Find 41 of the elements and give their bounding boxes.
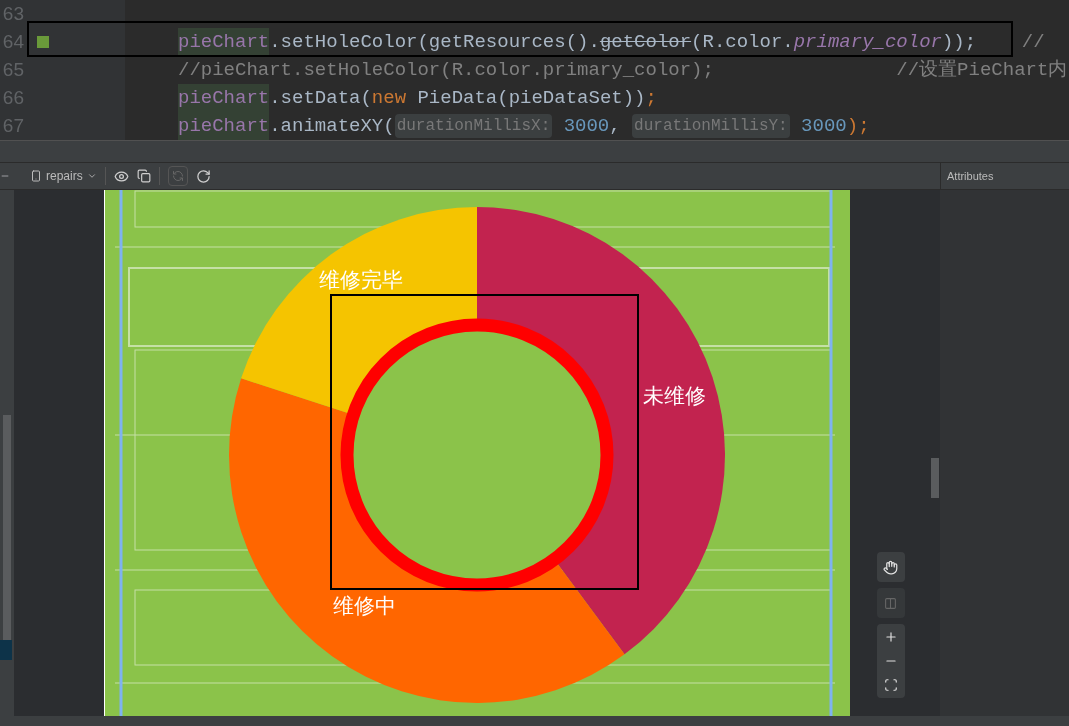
code-token: .setHoleColor(getResources(). [269,29,600,55]
code-token: )); [941,29,977,55]
caret-icon [86,171,97,181]
code-token: pieChart [178,83,270,113]
code-token: durationMillisY: [632,114,790,138]
code-token: 3000 [562,113,610,139]
blueprint-button[interactable] [876,588,905,618]
zoom-in-icon[interactable] [883,630,898,644]
code-token: // [1020,29,1045,55]
code-token: .setData( [269,85,372,111]
code-token: 3000 [800,113,847,139]
selection-marker [0,640,12,660]
scrollbar-thumb[interactable] [3,415,11,640]
code-token: primary_color [793,29,942,55]
eye-icon[interactable] [113,168,129,184]
sync-icon [171,170,184,182]
code-token: .animateXY( [269,113,395,139]
code-token: ; [645,85,657,111]
pie-slice-label: 未维修 [643,383,706,409]
code-token: //pieChart.setHoleColor(R.color.primary_color); //设置PieChart内 [178,57,1068,83]
copy-icon[interactable] [136,169,151,183]
code-token: pieChart [178,111,270,140]
code-token: , [609,113,622,139]
fit-screen-icon[interactable] [883,678,898,692]
code-token: pieChart [178,27,270,57]
phone-icon [30,170,42,182]
panels-icon [884,596,897,610]
code-token: PieData(pieDataSet)) [417,85,646,111]
code-token: durationMillisX: [394,114,553,138]
pie-slice-label: 维修完毕 [319,267,403,293]
scrollbar-thumb[interactable] [931,458,939,498]
code-token: ); [846,113,870,139]
refresh-icon[interactable] [195,168,211,184]
code-token: (R.color. [691,29,794,55]
device-dropdown[interactable]: repairs [30,167,97,185]
code-token: new [371,85,408,111]
hand-icon [883,559,898,575]
pie-slice-label: 维修中 [333,593,396,619]
code-token: getColor [599,29,692,55]
pan-button[interactable] [876,552,905,582]
panel-title: Attributes [947,168,994,184]
